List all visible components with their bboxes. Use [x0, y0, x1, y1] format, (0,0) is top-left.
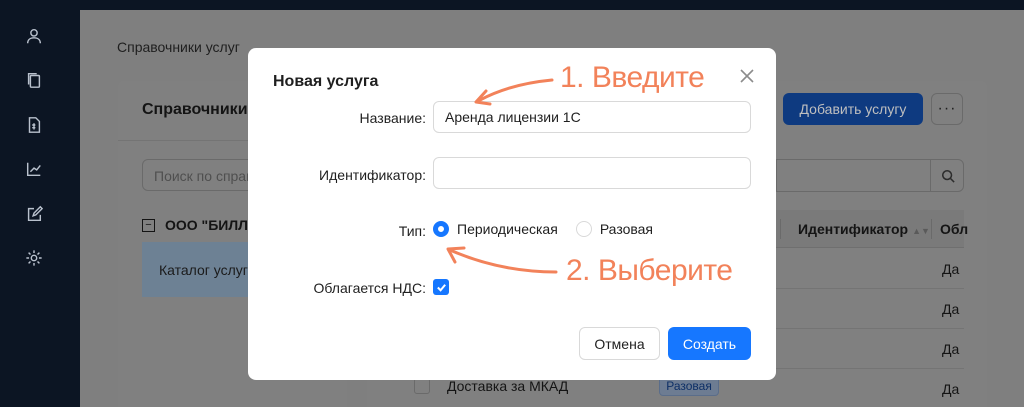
vat-cell: Да	[942, 301, 960, 317]
chart-icon[interactable]	[24, 159, 44, 179]
type-radio-onetime[interactable]: Разовая	[575, 221, 654, 237]
column-header-identifier[interactable]: Идентификатор ▲▼	[798, 221, 930, 237]
table-header: Идентификатор ▲▼ Обл	[776, 210, 968, 248]
type-field-label: Тип:	[398, 223, 426, 239]
radio-selected-icon[interactable]	[433, 221, 449, 237]
sidebar	[0, 0, 80, 407]
cancel-button[interactable]: Отмена	[579, 327, 660, 360]
column-divider	[931, 219, 932, 239]
vat-cell: Да	[942, 341, 960, 357]
column-header-vat[interactable]: Обл	[940, 221, 968, 237]
radio-unselected-icon[interactable]	[575, 221, 592, 237]
type-radio-label: Разовая	[599, 221, 654, 237]
type-radio-label: Периодическая	[457, 221, 558, 237]
table-row[interactable]: Да	[776, 289, 964, 329]
search-button[interactable]	[930, 159, 964, 192]
documents-icon[interactable]	[24, 70, 44, 90]
row-checkbox[interactable]	[414, 378, 430, 394]
vat-checkbox[interactable]	[433, 279, 449, 295]
close-icon[interactable]	[737, 66, 757, 86]
invoice-icon[interactable]	[24, 115, 44, 135]
type-radio-periodic[interactable]: Периодическая	[433, 221, 558, 237]
annotation-step-2: 2. Выберите	[566, 254, 733, 287]
name-input[interactable]	[433, 101, 751, 133]
column-divider	[780, 219, 781, 239]
vat-cell: Да	[942, 261, 960, 277]
sort-icon[interactable]: ▲▼	[912, 226, 930, 236]
modal-title: Новая услуга	[273, 73, 379, 90]
table-row[interactable]: Да	[776, 369, 964, 407]
table-row[interactable]: Да	[776, 329, 964, 369]
check-icon	[436, 283, 446, 292]
collapse-icon[interactable]: −	[142, 218, 155, 232]
tree-root[interactable]: − ООО "БИЛЛ	[142, 217, 248, 233]
catalog-panel-title: Справочники	[142, 101, 248, 118]
edit-icon[interactable]	[24, 204, 44, 224]
annotation-step-1: 1. Введите	[560, 61, 705, 94]
name-field-label: Название:	[359, 110, 426, 126]
create-button[interactable]: Создать	[668, 327, 751, 360]
vat-cell: Да	[942, 381, 960, 397]
identifier-field-label: Идентификатор:	[319, 167, 426, 183]
add-service-button[interactable]: Добавить услугу	[783, 93, 923, 125]
new-service-modal: Новая услуга Название: Идентификатор: Ти…	[248, 48, 776, 380]
type-radio-group: Периодическая Разовая	[433, 221, 671, 237]
vat-field-label: Облагается НДС:	[313, 280, 426, 296]
table-row[interactable]: Да	[776, 249, 964, 289]
gear-icon[interactable]	[24, 248, 44, 268]
breadcrumb: Справочники услуг	[117, 39, 240, 55]
service-name-cell: Доставка за МКАД	[447, 378, 569, 394]
top-bar	[80, 0, 1024, 10]
identifier-input[interactable]	[433, 157, 751, 189]
more-button[interactable]: ···	[931, 93, 963, 125]
search-icon	[941, 169, 955, 183]
user-icon[interactable]	[24, 26, 44, 46]
tree-root-label: ООО "БИЛЛ	[165, 217, 248, 233]
